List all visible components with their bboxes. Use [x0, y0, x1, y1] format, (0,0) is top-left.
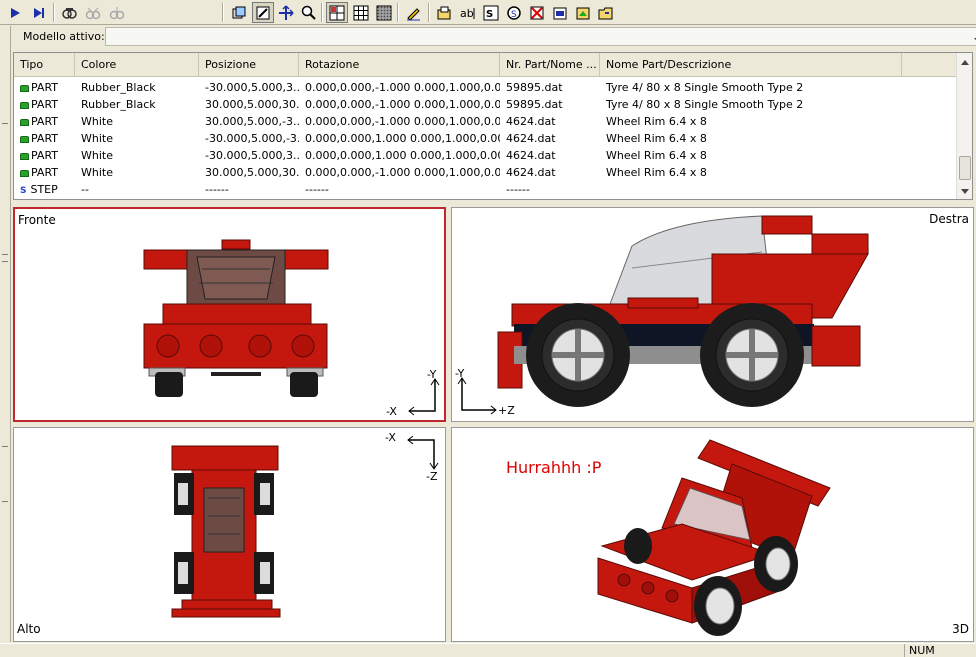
part-icon — [20, 136, 29, 143]
car-top-render — [171, 445, 281, 618]
part-icon — [20, 102, 29, 109]
table-row[interactable]: PART White 30.000,5.000,-3... 0.000,0.00… — [14, 113, 957, 130]
axis-gizmo-icon — [408, 378, 440, 416]
view-single-icon[interactable] — [326, 2, 348, 23]
table-row[interactable]: PART White -30.000,5.000,3... 0.000,0.00… — [14, 147, 957, 164]
parts-list[interactable]: Tipo Colore Posizione Rotazione Nr. Part… — [13, 52, 973, 200]
wireframe-icon[interactable] — [228, 2, 250, 23]
pencil-icon[interactable] — [402, 2, 424, 23]
delete-icon[interactable] — [526, 2, 548, 23]
view-grid-icon[interactable] — [350, 2, 372, 23]
ab-icon[interactable]: ab — [457, 2, 479, 23]
viewport-top[interactable]: Alto -X -Z — [13, 427, 446, 642]
part-icon — [20, 153, 29, 160]
viewport-right[interactable]: Destra -Y +Z — [451, 207, 974, 422]
left-dock-strip[interactable] — [0, 26, 11, 642]
axis-label-horizontal: +Z — [498, 404, 515, 417]
export-icon[interactable] — [549, 2, 571, 23]
viewport-3d[interactable]: Hurrahhh :P 3D — [451, 427, 974, 642]
part-icon — [20, 119, 29, 126]
play-icon[interactable] — [4, 2, 26, 23]
image-icon[interactable] — [572, 2, 594, 23]
main-toolbar: ab S S — [0, 0, 976, 25]
svg-text:S: S — [486, 9, 493, 20]
binoculars-disabled-icon — [106, 2, 128, 23]
part-icon — [20, 170, 29, 177]
axis-gizmo-icon — [407, 436, 439, 470]
scroll-down-icon[interactable] — [961, 184, 969, 197]
view-full-icon[interactable] — [373, 2, 395, 23]
column-header-nr-part[interactable]: Nr. Part/Nome ... — [500, 53, 600, 77]
next-step-icon[interactable] — [28, 2, 50, 23]
axis-label-horizontal: -X — [385, 431, 396, 444]
table-row[interactable]: PART White -30.000,5.000,-3... 0.000,0.0… — [14, 130, 957, 147]
find-icon[interactable] — [58, 2, 80, 23]
zoom-icon[interactable] — [298, 2, 320, 23]
open-icon[interactable] — [433, 2, 455, 23]
move-icon[interactable] — [275, 2, 297, 23]
column-header-colore[interactable]: Colore — [75, 53, 199, 77]
column-header-posizione[interactable]: Posizione — [199, 53, 299, 77]
column-header-tipo[interactable]: Tipo — [14, 53, 75, 77]
svg-text:ab: ab — [460, 7, 474, 20]
active-model-label: Modello attivo: — [23, 30, 105, 43]
active-model-row: Modello attivo: — [13, 26, 976, 48]
axis-gizmo-icon — [457, 377, 497, 415]
table-row[interactable]: PART Rubber_Black 30.000,5.000,30... 0.0… — [14, 96, 957, 113]
table-row[interactable]: PART White 30.000,5.000,30... 0.000,0.00… — [14, 164, 957, 181]
scroll-thumb[interactable] — [959, 156, 971, 180]
column-header-nome-part[interactable]: Nome Part/Descrizione — [600, 53, 902, 77]
list-scrollbar[interactable] — [956, 53, 972, 199]
car-3d-render — [597, 439, 831, 636]
list-header: Tipo Colore Posizione Rotazione Nr. Part… — [14, 53, 957, 77]
column-header-rotazione[interactable]: Rotazione — [299, 53, 500, 77]
active-model-select[interactable] — [105, 27, 976, 46]
num-lock-indicator: NUM — [904, 644, 944, 657]
step-icon: S — [20, 186, 27, 196]
color-icon[interactable]: S — [503, 2, 525, 23]
edit-icon[interactable] — [252, 2, 274, 23]
replace-icon[interactable]: S — [480, 2, 502, 23]
car-side-render — [497, 215, 869, 407]
binoculars-icon — [82, 2, 104, 23]
scroll-up-icon[interactable] — [961, 55, 969, 68]
svg-text:S: S — [511, 10, 517, 20]
table-row[interactable]: PART Rubber_Black -30.000,5.000,3... 0.0… — [14, 79, 957, 96]
axis-label-horizontal: -X — [386, 405, 397, 418]
viewport-front[interactable]: Fronte -Y -X — [13, 207, 446, 422]
table-row[interactable]: S STEP -- ------ ------ ------ — [14, 181, 957, 198]
part-icon — [20, 85, 29, 92]
status-bar: NUM — [0, 643, 976, 657]
car-front-render — [143, 239, 329, 397]
folder-icon[interactable] — [595, 2, 617, 23]
